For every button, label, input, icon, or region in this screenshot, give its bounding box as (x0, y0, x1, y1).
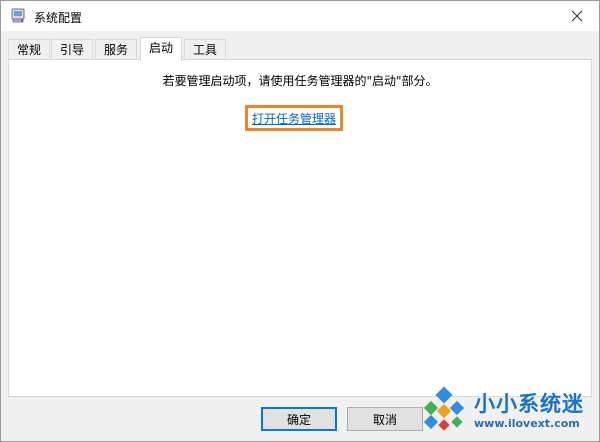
cancel-button[interactable]: 取消 (347, 407, 423, 431)
open-task-manager-link[interactable]: 打开任务管理器 (252, 110, 336, 127)
close-button[interactable] (555, 1, 599, 31)
title-bar[interactable]: 系统配置 (1, 1, 599, 31)
startup-tab-panel: 若要管理启动项，请使用任务管理器的"启动"部分。 打开任务管理器 (8, 59, 592, 397)
tab-startup[interactable]: 启动 (140, 37, 183, 61)
watermark-url: www.ilovext.com (474, 417, 580, 430)
tab-tools[interactable]: 工具 (184, 39, 227, 60)
tab-strip: 常规 引导 服务 启动 工具 (8, 37, 588, 61)
tab-boot[interactable]: 引导 (51, 39, 94, 60)
ok-button[interactable]: 确定 (261, 407, 337, 431)
close-icon (571, 10, 583, 22)
watermark-brand: 小小系统迷 (474, 392, 584, 416)
link-highlight-box: 打开任务管理器 (245, 105, 343, 131)
msconfig-app-icon (10, 8, 26, 24)
site-watermark: 小小系统迷 www.ilovext.com (418, 382, 600, 440)
system-configuration-window: 系统配置 常规 引导 服务 启动 工具 若要管理启动项，请使用任务管理器的"启动… (0, 0, 600, 442)
tab-services[interactable]: 服务 (95, 39, 138, 60)
watermark-logo-icon (423, 386, 465, 431)
startup-instruction-text: 若要管理启动项，请使用任务管理器的"启动"部分。 (162, 74, 438, 88)
tab-general[interactable]: 常规 (8, 39, 51, 60)
window-title: 系统配置 (34, 11, 83, 25)
